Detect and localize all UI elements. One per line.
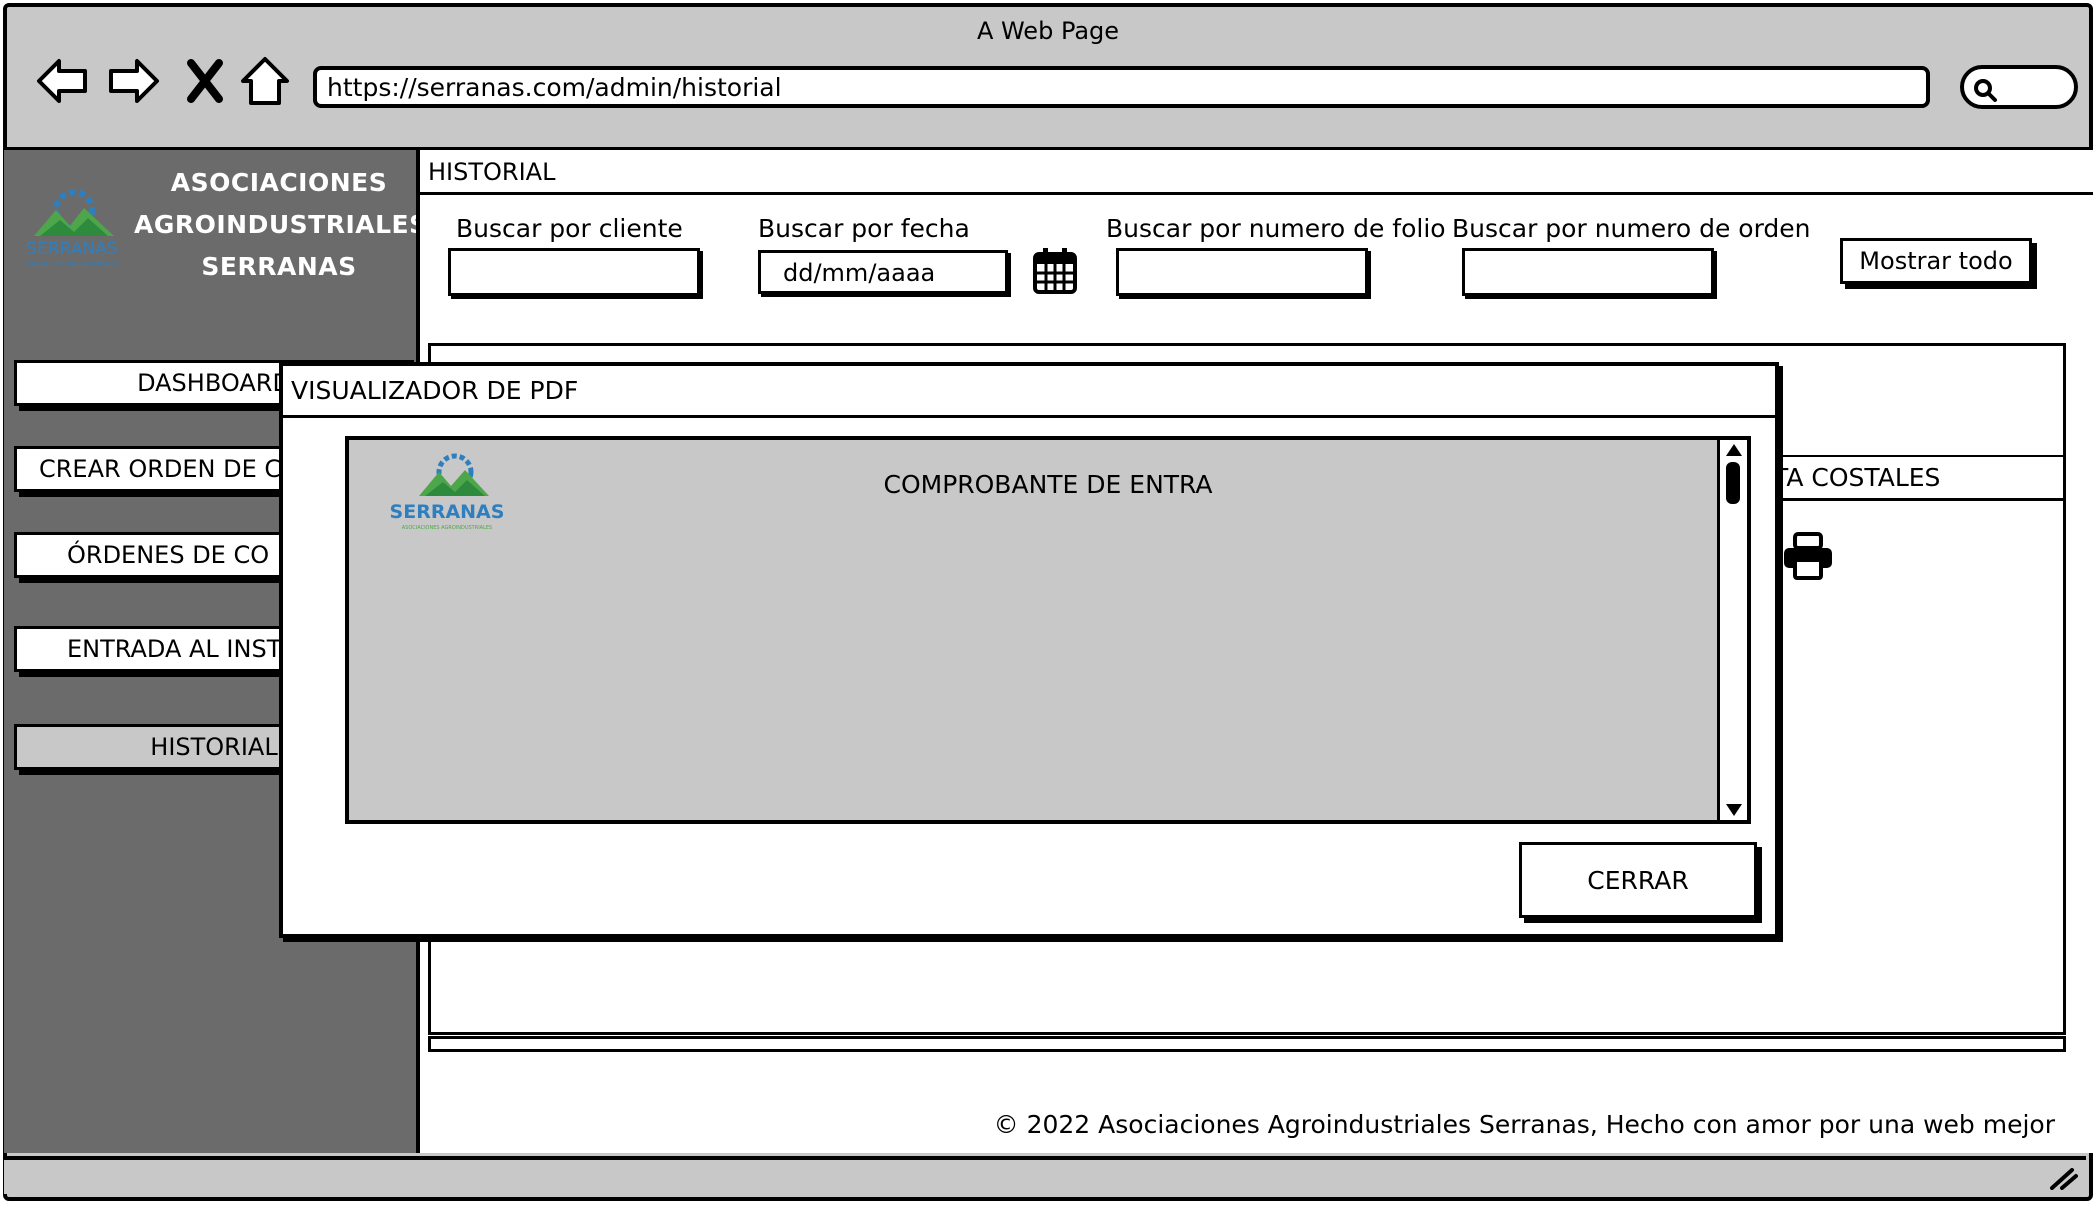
show-all-button[interactable]: Mostrar todo [1840,238,2032,284]
scroll-thumb[interactable] [1726,462,1740,504]
logo-wordmark: SERRANAS [26,239,117,259]
cliente-search-input[interactable] [448,248,700,296]
fecha-input[interactable]: dd/mm/aaaa [758,250,1008,294]
pdf-logo-subtext: ASOCIACIONES AGROINDUSTRIALES [402,525,492,531]
scroll-down-icon[interactable] [1724,800,1744,818]
logo-subtext: ASOCIACIONES AGROINDUSTRIALES [27,262,117,268]
close-button[interactable]: CERRAR [1519,842,1757,918]
status-bar [4,1156,2086,1194]
filter-folio-label: Buscar por numero de folio [1106,214,1446,243]
brand-line: AGROINDUSTRIALES [134,210,428,239]
pdf-heading: COMPROBANTE DE ENTRA [883,470,1213,499]
print-icon[interactable] [1782,530,1834,582]
brand-logo: SERRANAS ASOCIACIONES AGROINDUSTRIALES [26,189,118,268]
scroll-up-icon[interactable] [1724,442,1744,460]
tab-costales[interactable]: TA COSTALES [1767,457,2063,501]
filter-cliente-label: Buscar por cliente [456,214,683,243]
filter-fecha-label: Buscar por fecha [758,214,970,243]
home-icon[interactable] [235,53,295,109]
resize-grip-icon[interactable] [2046,1166,2078,1190]
pdf-viewer-modal: VISUALIZADOR DE PDF SERRANAS ASOCIACIONE… [279,362,1779,938]
browser-search-field[interactable] [1960,65,2078,109]
pdf-logo-wordmark: SERRANAS [390,501,505,523]
page-title: HISTORIAL [420,150,2093,195]
pdf-document-view[interactable]: SERRANAS ASOCIACIONES AGROINDUSTRIALES C… [345,436,1751,824]
search-icon [1974,79,1997,102]
stop-icon[interactable] [175,53,235,109]
pdf-scrollbar[interactable] [1717,440,1747,820]
folio-search-input[interactable] [1116,248,1368,296]
orden-search-input[interactable] [1462,248,1714,296]
filter-orden-label: Buscar por numero de orden [1452,214,1811,243]
back-icon[interactable] [33,53,93,109]
brand-name: ASOCIACIONES AGROINDUSTRIALES SERRANAS [134,162,428,288]
footer-text: © 2022 Asociaciones Agroindustriales Ser… [993,1110,2055,1139]
calendar-icon[interactable] [1032,246,1078,296]
brand-line: SERRANAS [201,252,357,281]
results-panel-bottom [428,1036,2066,1052]
brand-line: ASOCIACIONES [170,168,388,197]
window-title: A Web Page [976,17,1120,45]
url-bar[interactable]: https://serranas.com/admin/historial [313,66,1930,108]
modal-title: VISUALIZADOR DE PDF [283,366,1775,418]
forward-icon[interactable] [103,53,163,109]
